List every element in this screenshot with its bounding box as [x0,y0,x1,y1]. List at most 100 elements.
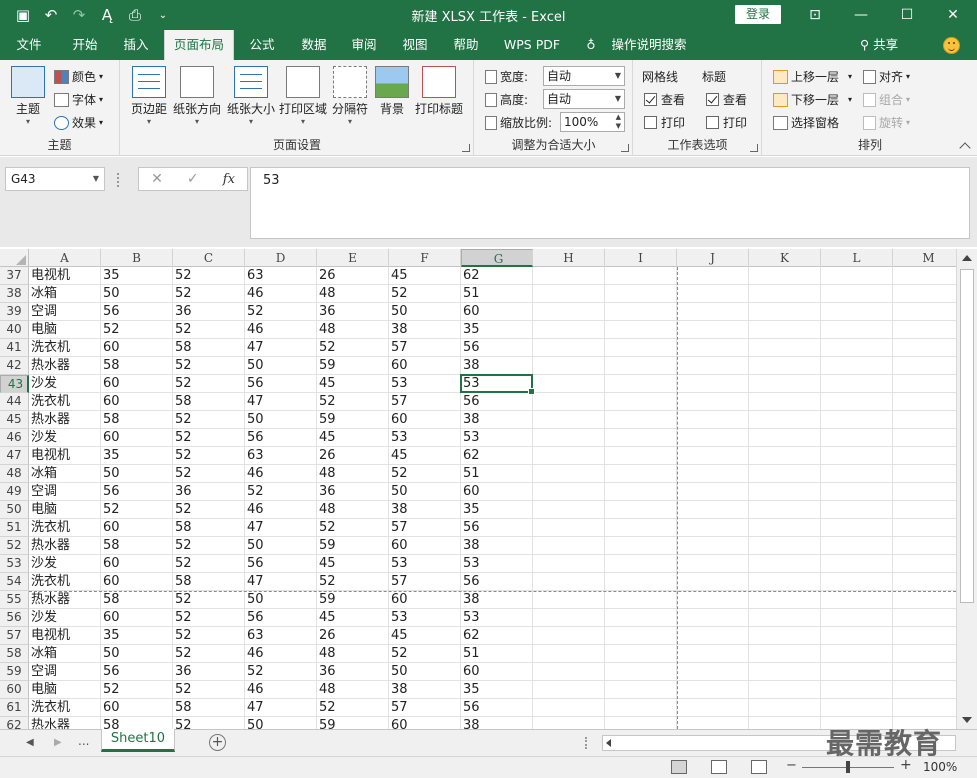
cell-d[interactable]: 63 [245,447,317,465]
cell-b[interactable]: 58 [101,357,173,375]
background-button[interactable]: 背景 [375,66,409,117]
select-all-button[interactable] [0,249,29,267]
cell-i[interactable] [605,555,677,573]
cell-b[interactable]: 60 [101,699,173,717]
cell-j[interactable] [677,645,749,663]
cell-k[interactable] [749,717,821,729]
print-titles-button[interactable]: 打印标题 [414,66,464,117]
cell-l[interactable] [821,609,893,627]
cell-m[interactable] [893,591,956,609]
cell-l[interactable] [821,285,893,303]
cell-b[interactable]: 56 [101,483,173,501]
cell-e[interactable]: 48 [317,681,389,699]
cell-a[interactable]: 电脑 [29,681,101,699]
cell-m[interactable] [893,285,956,303]
cell-c[interactable]: 52 [173,609,245,627]
column-header-j[interactable]: J [677,249,749,267]
cell-j[interactable] [677,537,749,555]
cell-g[interactable]: 38 [461,591,533,609]
cell-j[interactable] [677,555,749,573]
cell-b[interactable]: 50 [101,285,173,303]
next-sheet-icon[interactable]: ▶ [54,737,62,748]
cell-h[interactable] [533,699,605,717]
cell-h[interactable] [533,465,605,483]
row-header[interactable]: 53 [0,555,29,573]
cell-b[interactable]: 58 [101,537,173,555]
column-header-i[interactable]: I [605,249,677,267]
cell-m[interactable] [893,663,956,681]
cell-k[interactable] [749,537,821,555]
tab-file[interactable]: 文件 [8,30,50,60]
cell-m[interactable] [893,375,956,393]
cell-f[interactable]: 53 [389,555,461,573]
cell-a[interactable]: 电视机 [29,447,101,465]
cell-l[interactable] [821,519,893,537]
cell-m[interactable] [893,339,956,357]
page-layout-view-icon[interactable] [711,760,727,774]
scale-spinner[interactable]: 100% ▲ ▼ [560,112,625,132]
vertical-scrollbar[interactable] [956,249,977,729]
cell-j[interactable] [677,285,749,303]
cell-g[interactable]: 38 [461,717,533,729]
cell-e[interactable]: 52 [317,519,389,537]
cell-e[interactable]: 52 [317,699,389,717]
theme-fonts-button[interactable]: 字体 ▾ [54,91,103,108]
cell-g[interactable]: 60 [461,483,533,501]
cell-a[interactable]: 洗衣机 [29,393,101,411]
cell-e[interactable]: 48 [317,465,389,483]
zoom-out-icon[interactable]: − [786,758,797,773]
cell-m[interactable] [893,573,956,591]
cell-m[interactable] [893,303,956,321]
cell-k[interactable] [749,645,821,663]
cell-b[interactable]: 56 [101,663,173,681]
cell-f[interactable]: 53 [389,375,461,393]
headings-view-checkbox[interactable]: 查看 [706,91,747,108]
cell-i[interactable] [605,501,677,519]
tab-home[interactable]: 开始 [62,30,108,60]
cell-h[interactable] [533,411,605,429]
cell-c[interactable]: 36 [173,483,245,501]
cell-h[interactable] [533,591,605,609]
cell-d[interactable]: 56 [245,555,317,573]
margins-button[interactable]: 页边距 ▾ [129,66,169,126]
cell-c[interactable]: 52 [173,645,245,663]
column-header-e[interactable]: E [317,249,389,267]
cancel-icon[interactable]: ✕ [151,171,163,187]
undo-icon[interactable]: ↶ [40,4,62,26]
cell-m[interactable] [893,519,956,537]
themes-button[interactable]: 主题 ▾ [8,66,48,126]
cell-h[interactable] [533,447,605,465]
cell-f[interactable]: 60 [389,357,461,375]
cell-k[interactable] [749,303,821,321]
cell-f[interactable]: 60 [389,591,461,609]
cell-j[interactable] [677,267,749,285]
cell-i[interactable] [605,483,677,501]
cell-e[interactable]: 36 [317,483,389,501]
cell-e[interactable]: 45 [317,429,389,447]
cell-l[interactable] [821,465,893,483]
insert-function-icon[interactable]: fx [223,172,235,187]
cell-i[interactable] [605,393,677,411]
cell-j[interactable] [677,699,749,717]
cell-k[interactable] [749,321,821,339]
format-painter-icon[interactable]: Ą [96,4,118,26]
cell-j[interactable] [677,303,749,321]
cell-h[interactable] [533,483,605,501]
scroll-up-icon[interactable] [962,255,972,261]
cell-f[interactable]: 57 [389,573,461,591]
cell-d[interactable]: 46 [245,501,317,519]
cell-a[interactable]: 洗衣机 [29,519,101,537]
cell-l[interactable] [821,501,893,519]
cell-l[interactable] [821,375,893,393]
cell-a[interactable]: 电视机 [29,627,101,645]
cell-b[interactable]: 60 [101,375,173,393]
cell-m[interactable] [893,393,956,411]
row-header[interactable]: 40 [0,321,29,339]
row-header[interactable]: 39 [0,303,29,321]
cell-j[interactable] [677,501,749,519]
cell-k[interactable] [749,627,821,645]
row-header[interactable]: 42 [0,357,29,375]
cell-i[interactable] [605,573,677,591]
row-header[interactable]: 45 [0,411,29,429]
cell-i[interactable] [605,429,677,447]
